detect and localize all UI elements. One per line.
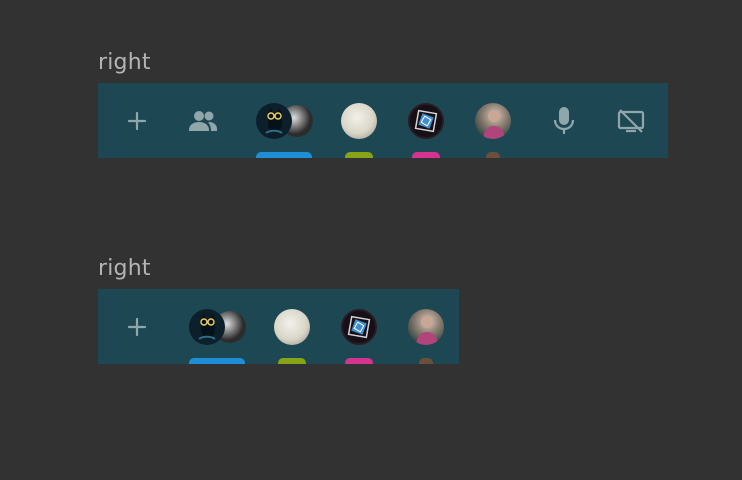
user-color-indicator bbox=[486, 152, 500, 158]
spiral-avatar bbox=[408, 103, 444, 139]
spiral-avatar bbox=[341, 309, 377, 345]
user-color-indicator bbox=[189, 358, 245, 364]
add-button[interactable] bbox=[118, 289, 156, 364]
participants-button[interactable] bbox=[183, 83, 223, 158]
person-avatar bbox=[475, 103, 511, 139]
section-label: right bbox=[98, 50, 151, 75]
user-color-indicator bbox=[256, 152, 312, 158]
cat-avatar bbox=[256, 103, 292, 139]
section-label: right bbox=[98, 256, 151, 281]
screen-share-button[interactable] bbox=[611, 83, 651, 158]
user-color-indicator bbox=[345, 358, 373, 364]
user-color-indicator bbox=[278, 358, 306, 364]
collaboration-toolbar bbox=[98, 289, 459, 364]
microphone-icon bbox=[553, 106, 575, 134]
microphone-button[interactable] bbox=[546, 83, 582, 158]
add-button[interactable] bbox=[118, 83, 156, 158]
user-color-indicator bbox=[345, 152, 373, 158]
cat-avatar bbox=[189, 309, 225, 345]
collaboration-toolbar bbox=[98, 83, 668, 158]
moon-avatar bbox=[274, 309, 310, 345]
screen-share-off-icon bbox=[617, 108, 645, 133]
user-color-indicator bbox=[419, 358, 433, 364]
plus-icon bbox=[127, 111, 147, 130]
moon-avatar bbox=[341, 103, 377, 139]
person-avatar bbox=[408, 309, 444, 345]
people-icon bbox=[189, 110, 217, 131]
user-color-indicator bbox=[412, 152, 440, 158]
plus-icon bbox=[127, 317, 147, 336]
